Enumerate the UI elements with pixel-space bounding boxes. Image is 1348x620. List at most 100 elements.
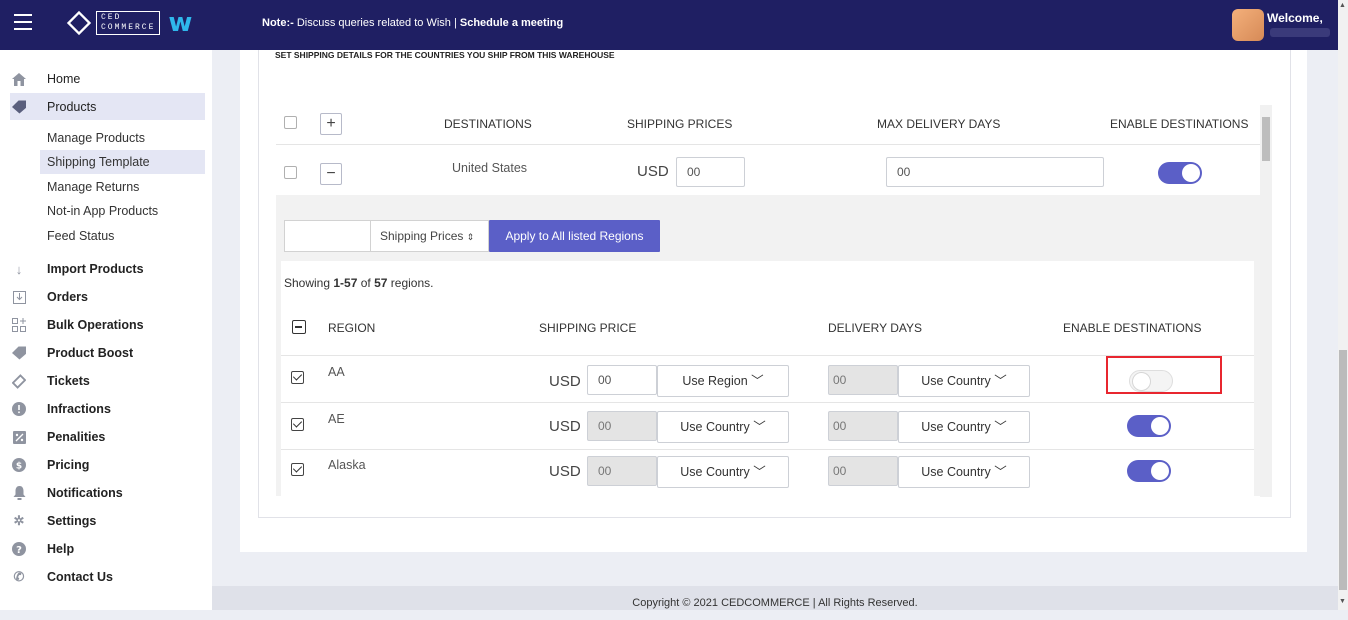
percent-icon xyxy=(12,430,26,444)
svg-text:?: ? xyxy=(16,545,22,556)
hamburger-menu-icon[interactable] xyxy=(14,14,32,30)
avatar[interactable] xyxy=(1232,9,1264,41)
sidebar-item-help[interactable]: ? Help xyxy=(12,542,74,556)
region-days-input[interactable]: 00 xyxy=(828,411,898,441)
sidebar-item-pricing[interactable]: $ Pricing xyxy=(12,458,89,472)
divider xyxy=(281,449,1254,450)
shipping-price-input[interactable]: 00 xyxy=(676,157,745,187)
sidebar-item-label: Penalities xyxy=(47,430,106,444)
price-mode-dropdown[interactable]: Use Region ﹀ xyxy=(657,365,789,397)
logo-diamond-icon xyxy=(66,10,92,36)
chevron-down-icon: ﹀ xyxy=(994,420,1007,434)
sidebar-item-label: Infractions xyxy=(47,402,111,416)
apply-to-all-regions-button[interactable]: Apply to All listed Regions xyxy=(489,220,660,252)
sidebar-sub-shipping-template[interactable]: Shipping Template xyxy=(47,155,150,169)
region-price-input[interactable]: 00 xyxy=(587,456,657,486)
sidebar-item-settings[interactable]: ✲ Settings xyxy=(12,513,97,528)
sidebar-sub-manage-returns[interactable]: Manage Returns xyxy=(47,180,139,194)
sidebar-item-home[interactable]: Home xyxy=(12,72,80,86)
schedule-meeting-link[interactable]: Schedule a meeting xyxy=(460,17,563,29)
chevron-down-icon: ﹀ xyxy=(753,465,766,479)
days-mode-dropdown[interactable]: Use Country ﹀ xyxy=(898,456,1030,488)
destination-country: United States xyxy=(452,161,528,175)
sidebar-item-label: Help xyxy=(47,542,75,556)
bulk-field-select[interactable]: Shipping Prices ⇕ xyxy=(371,220,489,252)
header-shipping-price: SHIPPING PRICE xyxy=(539,321,637,335)
bulk-value-input[interactable] xyxy=(284,220,371,252)
sidebar-item-bulk-operations[interactable]: Bulk Operations xyxy=(12,318,144,332)
section-title: SET SHIPPING DETAILS FOR THE COUNTRIES Y… xyxy=(275,50,615,60)
sidebar-item-notifications[interactable]: Notifications xyxy=(12,486,123,500)
header-shipping-prices: SHIPPING PRICES xyxy=(627,117,733,131)
sidebar-item-infractions[interactable]: Infractions xyxy=(12,402,111,416)
sidebar-item-contact-us[interactable]: ✆ Contact Us xyxy=(12,569,113,584)
region-enable-toggle[interactable] xyxy=(1127,415,1171,437)
region-checkbox[interactable] xyxy=(291,418,304,431)
gear-icon: ✲ xyxy=(13,513,25,528)
deselect-all-regions-checkbox[interactable] xyxy=(292,320,306,334)
remove-destination-button[interactable]: − xyxy=(320,163,342,185)
logo-text: CED COMMERCE xyxy=(96,11,161,35)
sidebar-item-label: Product Boost xyxy=(47,346,134,360)
sidebar-item-label: Products xyxy=(47,100,97,114)
sidebar-item-tickets[interactable]: Tickets xyxy=(12,373,90,389)
sidebar-sub-not-in-app[interactable]: Not-in App Products xyxy=(47,204,158,218)
header-enable-destinations: ENABLE DESTINATIONS xyxy=(1110,117,1249,131)
page-scrollbar-thumb[interactable] xyxy=(1339,350,1347,590)
table-scrollbar[interactable] xyxy=(1260,105,1272,497)
days-mode-dropdown[interactable]: Use Country ﹀ xyxy=(898,365,1030,397)
sidebar-item-products[interactable]: Products xyxy=(12,100,96,114)
grid-plus-icon xyxy=(12,318,26,332)
select-all-checkbox[interactable] xyxy=(284,116,297,129)
region-checkbox[interactable] xyxy=(291,463,304,476)
sidebar-item-orders[interactable]: Orders xyxy=(12,290,88,304)
tag-icon xyxy=(12,346,26,360)
table-scrollbar-thumb[interactable] xyxy=(1262,117,1270,161)
sidebar-sub-manage-products[interactable]: Manage Products xyxy=(47,131,145,145)
price-mode-dropdown[interactable]: Use Country ﹀ xyxy=(657,456,789,488)
sidebar-item-import-products[interactable]: ↓ Import Products xyxy=(12,262,144,277)
scroll-down-icon[interactable]: ▼ xyxy=(1339,598,1346,605)
sidebar-sub-feed-status[interactable]: Feed Status xyxy=(47,229,114,243)
region-days-input[interactable]: 00 xyxy=(828,456,898,486)
ticket-icon xyxy=(12,373,26,389)
header-region: REGION xyxy=(328,321,376,335)
scroll-up-icon[interactable]: ▲ xyxy=(1339,2,1346,9)
sidebar-item-label: Bulk Operations xyxy=(47,318,144,332)
header-max-delivery-days: MAX DELIVERY DAYS xyxy=(877,117,1001,131)
destination-row: − United States USD 00 00 xyxy=(276,145,1260,195)
cedcommerce-logo[interactable]: CED COMMERCE w xyxy=(66,10,192,36)
alert-icon xyxy=(12,402,26,416)
tag-icon xyxy=(12,100,26,114)
sidebar-item-label: Import Products xyxy=(47,262,144,276)
header-delivery-days: DELIVERY DAYS xyxy=(828,321,923,335)
row-checkbox[interactable] xyxy=(284,166,297,179)
sidebar-item-label: Notifications xyxy=(47,486,123,500)
days-mode-dropdown[interactable]: Use Country ﹀ xyxy=(898,411,1030,443)
region-price-input[interactable]: 00 xyxy=(587,365,657,395)
chevron-down-icon: ﹀ xyxy=(994,374,1007,388)
region-days-input[interactable]: 00 xyxy=(828,365,898,395)
destinations-table: + DESTINATIONS SHIPPING PRICES MAX DELIV… xyxy=(276,100,1260,496)
sidebar-item-penalities[interactable]: Penalities xyxy=(12,430,105,444)
svg-text:$: $ xyxy=(16,462,22,472)
chevron-down-icon: ﹀ xyxy=(753,420,766,434)
username-blurred xyxy=(1270,28,1330,37)
phone-icon: ✆ xyxy=(13,569,25,584)
max-delivery-days-input[interactable]: 00 xyxy=(886,157,1104,187)
region-enable-toggle[interactable] xyxy=(1127,460,1171,482)
price-mode-dropdown[interactable]: Use Country ﹀ xyxy=(657,411,789,443)
region-name: AA xyxy=(328,365,345,379)
sidebar-item-label: Home xyxy=(47,72,81,86)
topbar-note: Note:- Discuss queries related to Wish |… xyxy=(262,17,564,29)
enable-destination-toggle[interactable] xyxy=(1158,162,1202,184)
sidebar-item-product-boost[interactable]: Product Boost xyxy=(12,346,133,360)
add-destination-button[interactable]: + xyxy=(320,113,342,135)
page-scrollbar[interactable]: ▲ ▼ xyxy=(1338,0,1348,610)
sidebar-item-label: Pricing xyxy=(47,458,90,472)
help-icon: ? xyxy=(12,542,26,556)
orders-icon xyxy=(12,290,26,304)
sidebar-item-label: Contact Us xyxy=(47,570,113,584)
region-price-input[interactable]: 00 xyxy=(587,411,657,441)
region-checkbox[interactable] xyxy=(291,371,304,384)
